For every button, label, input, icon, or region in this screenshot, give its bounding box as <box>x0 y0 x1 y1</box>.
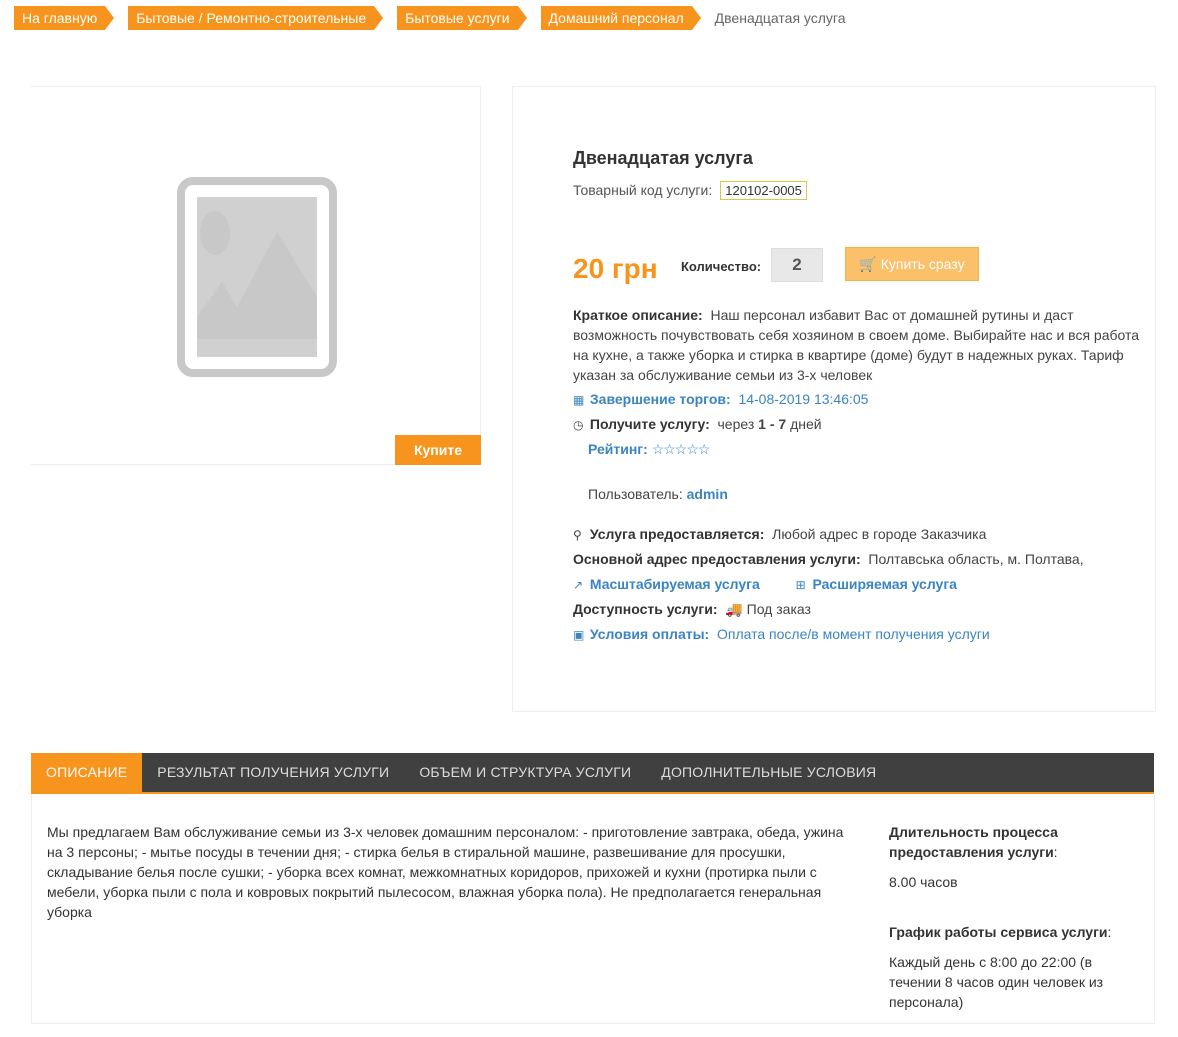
provided-label: Услуга предоставляется: <box>589 526 765 542</box>
auction-row: ▦ Завершение торгов: 14-08-2019 13:46:05 <box>573 391 868 407</box>
breadcrumb-current: Двенадцатая услуга <box>714 10 846 26</box>
tab-panel: Мы предлагаем Вам обслуживание семьи из … <box>31 794 1155 1024</box>
tab-description[interactable]: ОПИСАНИЕ <box>31 753 143 792</box>
features-row: ↗ Масштабируемая услуга ⊞ Расширяемая ус… <box>573 576 957 592</box>
availability-row: Доступность услуги: 🚚 Под заказ <box>573 601 811 618</box>
product-title: Двенадцатая услуга <box>573 148 753 168</box>
user-row: Пользователь: admin <box>588 486 728 502</box>
product-code-label: Товарный код услуги: <box>573 182 713 198</box>
receive-pre: через <box>717 416 755 432</box>
duration-colon: : <box>1053 844 1058 860</box>
cart-icon: 🛒 <box>859 256 877 272</box>
user-link[interactable]: admin <box>687 486 728 502</box>
product-info: Двенадцатая услуга Товарный код услуги: 1… <box>512 86 1156 712</box>
provided-value: Любой адрес в городе Заказчика <box>772 526 987 542</box>
clock-icon: ◷ <box>573 418 584 432</box>
external-link-icon: ↗ <box>573 578 584 592</box>
tab-extra-conditions[interactable]: ДОПОЛНИТЕЛЬНЫЕ УСЛОВИЯ <box>646 753 891 792</box>
extendable-link[interactable]: Расширяемая услуга <box>812 576 957 592</box>
address-value: Полтавська область, м. Полтава, <box>868 551 1084 567</box>
duration-value: 8.00 часов <box>889 874 958 890</box>
address-label: Основной адрес предоставления услуги: <box>573 551 861 567</box>
product-code: 120102-0005 <box>720 181 807 200</box>
tab-bar: ОПИСАНИЕ РЕЗУЛЬТАТ ПОЛУЧЕНИЯ УСЛУГИ ОБЪЕ… <box>31 753 1154 792</box>
auction-label: Завершение торгов: <box>589 391 731 407</box>
tab-result[interactable]: РЕЗУЛЬТАТ ПОЛУЧЕНИЯ УСЛУГИ <box>142 753 404 792</box>
breadcrumb-subcategory[interactable]: Бытовые услуги <box>397 6 527 30</box>
plus-square-icon: ⊞ <box>795 578 806 592</box>
rating-row: Рейтинг: ☆☆☆☆☆ <box>588 441 711 458</box>
payment-label: Условия оплаты: <box>589 626 710 642</box>
user-label: Пользователь: <box>588 486 683 502</box>
short-description: Краткое описание: Наш персонал избавит В… <box>573 305 1155 385</box>
scalable-link[interactable]: Масштабируемая услуга <box>590 576 760 592</box>
description-text: Мы предлагаем Вам обслуживание семьи из … <box>47 824 844 920</box>
rating-label: Рейтинг: <box>588 441 648 457</box>
buy-now-button[interactable]: 🛒 Купить сразу <box>845 247 979 281</box>
breadcrumb: На главную Бытовые / Ремонтно-строительн… <box>14 6 846 30</box>
map-marker-icon: ⚲ <box>573 528 582 542</box>
truck-icon: 🚚 <box>725 601 743 617</box>
breadcrumb-category[interactable]: Бытовые / Ремонтно-строительные <box>128 6 384 30</box>
availability-label: Доступность услуги: <box>573 601 718 617</box>
auction-value: 14-08-2019 13:46:05 <box>738 391 869 407</box>
address-row: Основной адрес предоставления услуги: По… <box>573 551 1084 567</box>
schedule-value: Каждый день с 8:00 до 22:00 (в течении 8… <box>889 954 1104 1010</box>
short-description-label: Краткое описание: <box>573 307 703 323</box>
duration-label: Длительность процесса предоставления усл… <box>889 824 1058 860</box>
payment-value: Оплата после/в момент получения услуги <box>716 626 990 642</box>
product-price: 20 грн <box>573 253 658 284</box>
receive-post: дней <box>790 416 822 432</box>
schedule-label: График работы сервиса услуги <box>889 924 1108 940</box>
schedule-colon: : <box>1107 924 1112 940</box>
breadcrumb-home[interactable]: На главную <box>14 6 115 30</box>
quantity-input[interactable]: 2 <box>771 248 823 282</box>
product-code-row: Товарный код услуги: 120102-0005 <box>573 181 807 200</box>
product-image[interactable] <box>31 86 481 465</box>
image-placeholder-icon <box>177 177 337 377</box>
calendar-icon: ▦ <box>573 393 585 407</box>
money-icon: ▣ <box>573 628 585 642</box>
receive-range: 1 - 7 <box>758 416 787 432</box>
quantity-label: Количество: <box>681 259 762 274</box>
rating-stars-icon[interactable]: ☆☆☆☆☆ <box>652 441 711 457</box>
tab-structure[interactable]: ОБЪЕМ И СТРУКТУРА УСЛУГИ <box>404 753 646 792</box>
buy-now-label: Купить сразу <box>880 256 965 272</box>
schedule-block: График работы сервиса услуги: <box>889 922 1139 942</box>
receive-label: Получите услугу: <box>589 416 710 432</box>
availability-value: Под заказ <box>746 601 811 617</box>
provided-row: ⚲ Услуга предоставляется: Любой адрес в … <box>573 526 986 542</box>
duration-block: Длительность процесса предоставления усл… <box>889 822 1139 862</box>
payment-row: ▣ Условия оплаты: Оплата после/в момент … <box>573 626 990 642</box>
buy-image-button[interactable]: Купите <box>395 435 481 465</box>
breadcrumb-section[interactable]: Домашний персонал <box>540 6 701 30</box>
receive-row: ◷ Получите услугу: через 1 - 7 дней <box>573 416 822 432</box>
